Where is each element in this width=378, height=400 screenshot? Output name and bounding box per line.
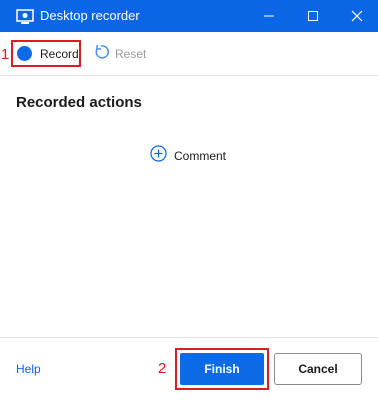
finish-label: Finish [180,353,264,385]
minimize-icon[interactable] [246,0,292,32]
footer-divider [0,337,378,338]
annotation-marker-2: 2 [158,360,167,377]
finish-button[interactable]: Finish [175,348,269,390]
title-bar: Desktop recorder [0,0,378,32]
record-icon [17,46,32,61]
close-icon[interactable] [334,0,378,32]
comment-label: Comment [174,149,227,163]
reset-button[interactable]: Reset [92,44,146,64]
window-title: Desktop recorder [40,8,140,23]
recorded-actions-title: Recorded actions [16,94,142,111]
cancel-button[interactable]: Cancel [274,353,362,385]
annotation-marker-1: 1 [1,46,10,63]
desktop-recorder-icon [16,9,34,25]
record-button[interactable]: Record [11,40,81,67]
maximize-icon[interactable] [290,0,336,32]
add-comment-button[interactable]: Comment [150,145,226,167]
reset-icon [92,43,110,66]
reset-label: Reset [115,47,147,61]
add-icon [150,145,167,167]
help-link[interactable]: Help [16,362,41,376]
toolbar-divider [0,75,378,76]
record-label: Record [40,46,79,61]
